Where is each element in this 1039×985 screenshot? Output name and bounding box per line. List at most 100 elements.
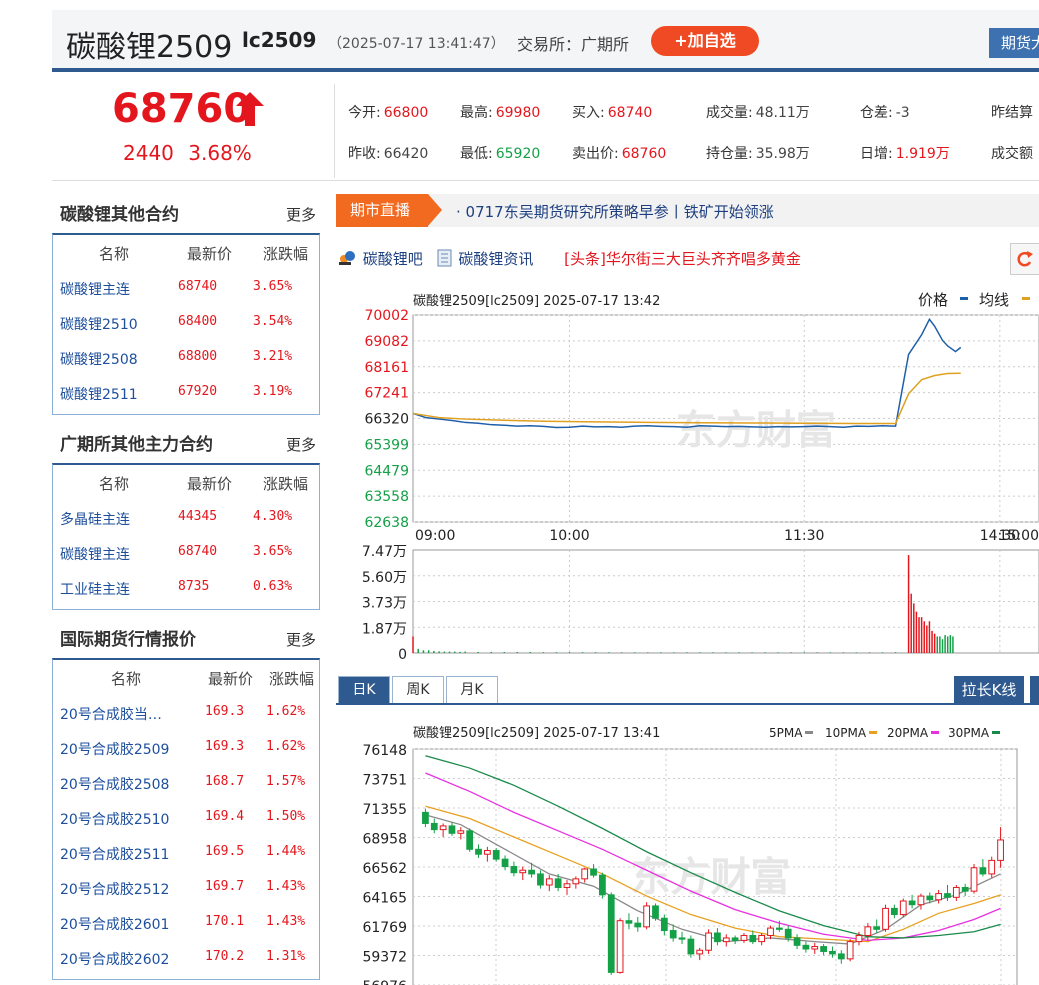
- y-tick-label: 61769: [362, 920, 407, 936]
- change-pct: 1.50%: [266, 809, 306, 824]
- contract-name-link[interactable]: 碳酸锂主连: [60, 279, 130, 299]
- candle: [740, 933, 748, 943]
- kline-chart[interactable]: 碳酸锂2509[lc2509] 2025-07-17 13:41 5PMA 10PM…: [336, 715, 1039, 985]
- contract-name-link[interactable]: 20号合成胶2510: [60, 809, 169, 829]
- y-tick-label: 59372: [362, 950, 407, 966]
- quote-cell: 买入: 68740: [572, 102, 652, 122]
- news-icon: [437, 249, 452, 267]
- candle: [970, 864, 978, 894]
- refresh-button[interactable]: [1010, 243, 1039, 275]
- table-row[interactable]: 20号合成胶2509 169.3 1.62%: [53, 731, 319, 766]
- stretch-kline-button[interactable]: 拉长K线: [954, 676, 1024, 704]
- quote-cell: 成交额: [991, 143, 1036, 163]
- more-link[interactable]: 更多: [286, 629, 316, 650]
- table-row[interactable]: 20号合成胶2602 170.2 1.31%: [53, 941, 319, 976]
- table-row[interactable]: 碳酸锂主连 68740 3.65%: [53, 536, 319, 571]
- table-row[interactable]: 碳酸锂2511 67920 3.19%: [53, 376, 319, 411]
- instrument-code: lc2509: [242, 28, 317, 52]
- more-link[interactable]: 更多: [286, 204, 316, 225]
- contract-name-link[interactable]: 工业硅主连: [60, 579, 130, 599]
- table-row[interactable]: 碳酸锂2508 68800 3.21%: [53, 341, 319, 376]
- contract-name-link[interactable]: 碳酸锂主连: [60, 544, 130, 564]
- price-change: 2440 3.68%: [123, 141, 252, 165]
- quote-value: 68740: [607, 105, 653, 121]
- candle: [705, 929, 712, 954]
- exchange-label: 交易所：广期所: [517, 35, 630, 54]
- quote-cell: 今开: 66800: [348, 102, 428, 122]
- table-row[interactable]: 工业硅主连 8735 0.63%: [53, 571, 319, 606]
- news-link[interactable]: 碳酸锂资讯: [458, 250, 533, 268]
- candle: [537, 870, 544, 889]
- tab-weekly-kline[interactable]: 周K: [392, 676, 444, 704]
- table-row[interactable]: 20号合成胶2601 170.1 1.43%: [53, 906, 319, 941]
- candle: [599, 872, 606, 899]
- table-row[interactable]: 碳酸锂2510 68400 3.54%: [53, 306, 319, 341]
- ma-legend-label: 30PMA: [948, 726, 990, 740]
- quote-label: 持仓量:: [706, 146, 753, 162]
- volume-tick-label: 3.73万: [362, 596, 407, 612]
- candle: [492, 848, 500, 862]
- x-tick-label: 09:00: [415, 528, 455, 544]
- contract-name-link[interactable]: 20号合成胶2511: [60, 844, 169, 864]
- contract-name-link[interactable]: 20号合成胶当…: [60, 704, 162, 724]
- y-tick-label: 69082: [364, 334, 409, 350]
- contract-name-link[interactable]: 20号合成胶2601: [60, 914, 169, 934]
- contract-name-link[interactable]: 20号合成胶2602: [60, 949, 169, 969]
- contract-name-link[interactable]: 20号合成胶2508: [60, 774, 169, 794]
- candle-body: [740, 934, 748, 941]
- contract-name-link[interactable]: 多晶硅主连: [60, 509, 130, 529]
- candle: [501, 855, 509, 871]
- table-row[interactable]: 20号合成胶2510 169.4 1.50%: [53, 801, 319, 836]
- table-row[interactable]: 20号合成胶当… 169.3 1.62%: [53, 696, 319, 731]
- candle: [466, 828, 474, 852]
- intraday-chart-title: 碳酸锂2509[lc2509] 2025-07-17 13:42: [413, 294, 660, 309]
- candle: [997, 827, 1004, 868]
- quote-label: 昨结算: [991, 105, 1033, 121]
- candle-body: [767, 927, 774, 936]
- change-pct: 1.44%: [266, 844, 306, 859]
- candle: [430, 818, 438, 834]
- candle-body: [979, 867, 987, 875]
- latest-price: 169.3: [205, 704, 245, 719]
- latest-price: 68400: [178, 314, 218, 329]
- candle-body: [891, 907, 898, 916]
- latest-price: 68740: [178, 279, 218, 294]
- y-tick-label: 66562: [362, 861, 407, 877]
- contract-name-link[interactable]: 碳酸锂2508: [60, 349, 138, 369]
- forum-link[interactable]: 碳酸锂吧: [363, 250, 423, 268]
- x-tick-label: 11:30: [784, 528, 824, 544]
- y-tick-label: 65399: [364, 437, 409, 453]
- table-row[interactable]: 20号合成胶2508 168.7 1.57%: [53, 766, 319, 801]
- broadcast-headline-link[interactable]: · 0717东吴期货研究所策略早参丨铁矿开始领涨: [456, 201, 774, 222]
- links-row: 碳酸锂吧 碳酸锂资讯 [头条]华尔街三大巨头齐齐唱多黄金: [338, 248, 801, 269]
- panel-title: 国际期货行情报价: [60, 630, 196, 650]
- headline-link[interactable]: [头条]华尔街三大巨头齐齐唱多黄金: [564, 250, 801, 268]
- candle-body: [581, 868, 589, 880]
- candle: [439, 823, 447, 837]
- intraday-chart[interactable]: 碳酸锂2509[lc2509] 2025-07-17 13:42 价格 均线 7000…: [336, 285, 1039, 660]
- candle-body: [873, 926, 881, 930]
- candle: [625, 913, 633, 930]
- add-to-watchlist-button[interactable]: +加自选: [651, 26, 759, 56]
- table-row[interactable]: 20号合成胶2512 169.7 1.43%: [53, 871, 319, 906]
- extra-button[interactable]: [1030, 676, 1039, 704]
- tab-daily-kline[interactable]: 日K: [338, 676, 390, 704]
- panel-title: 广期所其他主力合约: [60, 435, 213, 455]
- futures-button[interactable]: 期货大: [989, 28, 1039, 58]
- table-row[interactable]: 20号合成胶2511 169.5 1.44%: [53, 836, 319, 871]
- tab-monthly-kline[interactable]: 月K: [446, 676, 498, 704]
- candle-body: [510, 866, 518, 874]
- contract-name-link[interactable]: 碳酸锂2510: [60, 314, 138, 334]
- change-pct: 3.54%: [253, 314, 293, 329]
- table-row[interactable]: 碳酸锂主连 68740 3.65%: [53, 271, 319, 306]
- quote-label: 仓差:: [860, 105, 893, 121]
- quote-cell: 最高: 69980: [460, 102, 540, 122]
- table-row[interactable]: 多晶硅主连 44345 4.30%: [53, 501, 319, 536]
- x-tick-label: 15:00: [999, 528, 1039, 544]
- contract-name-link[interactable]: 碳酸锂2511: [60, 384, 138, 404]
- contract-name-link[interactable]: 20号合成胶2512: [60, 879, 169, 899]
- more-link[interactable]: 更多: [286, 434, 316, 455]
- contract-name-link[interactable]: 20号合成胶2509: [60, 739, 169, 759]
- candle-body: [731, 937, 739, 941]
- candle: [944, 884, 951, 901]
